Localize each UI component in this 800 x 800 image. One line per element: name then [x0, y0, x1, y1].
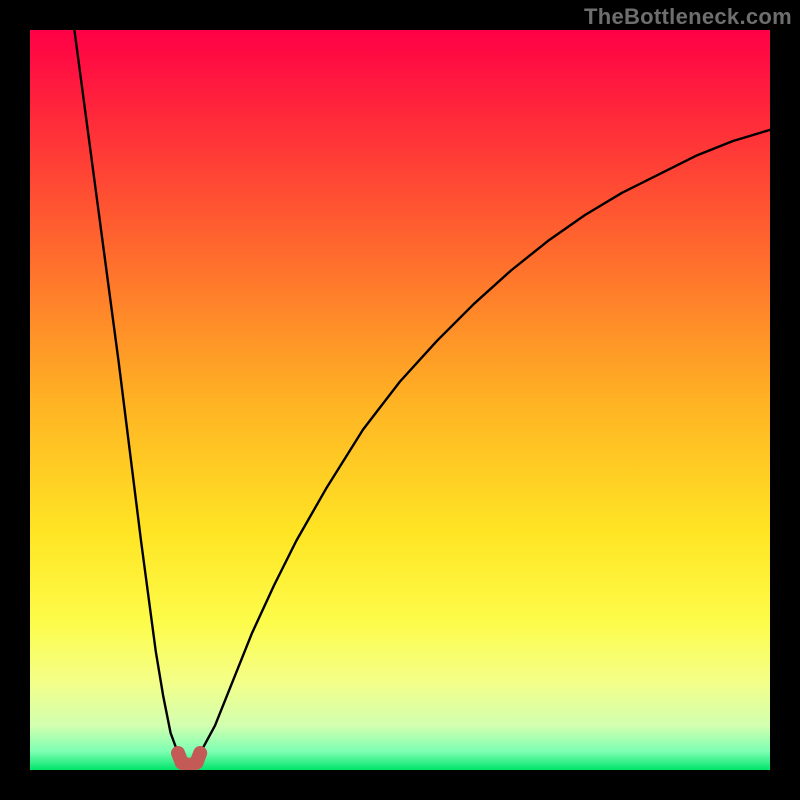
bottleneck-chart — [30, 30, 770, 770]
attribution-label: TheBottleneck.com — [584, 4, 792, 30]
chart-frame: TheBottleneck.com — [0, 0, 800, 800]
chart-background — [30, 30, 770, 770]
